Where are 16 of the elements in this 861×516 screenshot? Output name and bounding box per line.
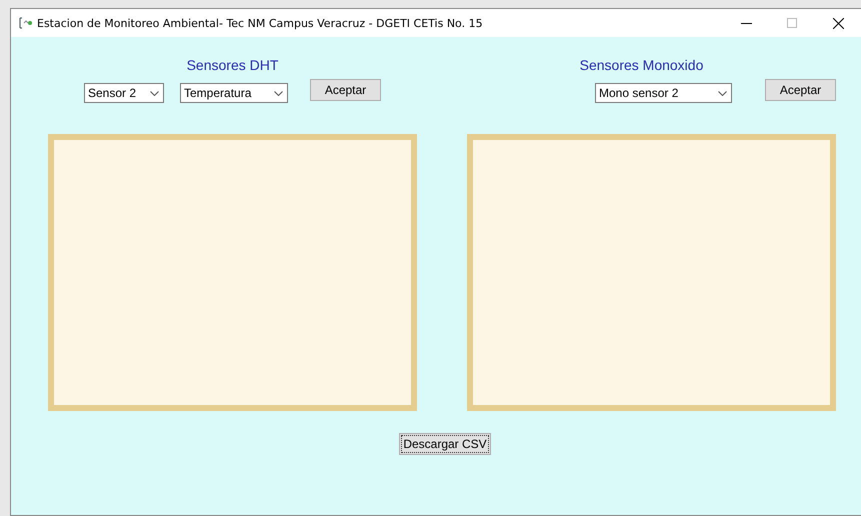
maximize-icon xyxy=(787,18,797,28)
accept-button[interactable]: Aceptar xyxy=(765,79,836,101)
dropdown-caret-icon xyxy=(718,90,727,96)
minimize-icon xyxy=(740,22,752,24)
close-icon xyxy=(832,18,844,28)
accept-button[interactable]: Aceptar xyxy=(310,79,381,101)
app-icon xyxy=(19,17,33,29)
window-title: Estacion de Monitoreo Ambiental- Tec NM Campus Veracruz - DGETI CETis No. 15 xyxy=(37,16,484,30)
dropdown-caret-icon xyxy=(274,90,283,96)
dropdown-caret-icon xyxy=(150,90,159,96)
sensor-dropdown[interactable]: Mono sensor 2 xyxy=(595,83,732,103)
sensor-dropdown[interactable]: Sensor 2 xyxy=(84,83,164,103)
download-csv-button[interactable]: Descargar CSV xyxy=(399,433,491,455)
section-heading: Sensores DHT xyxy=(186,57,278,73)
section-heading: Sensores Monoxido xyxy=(580,57,704,73)
variable-dropdown[interactable]: Temperatura xyxy=(180,83,288,103)
